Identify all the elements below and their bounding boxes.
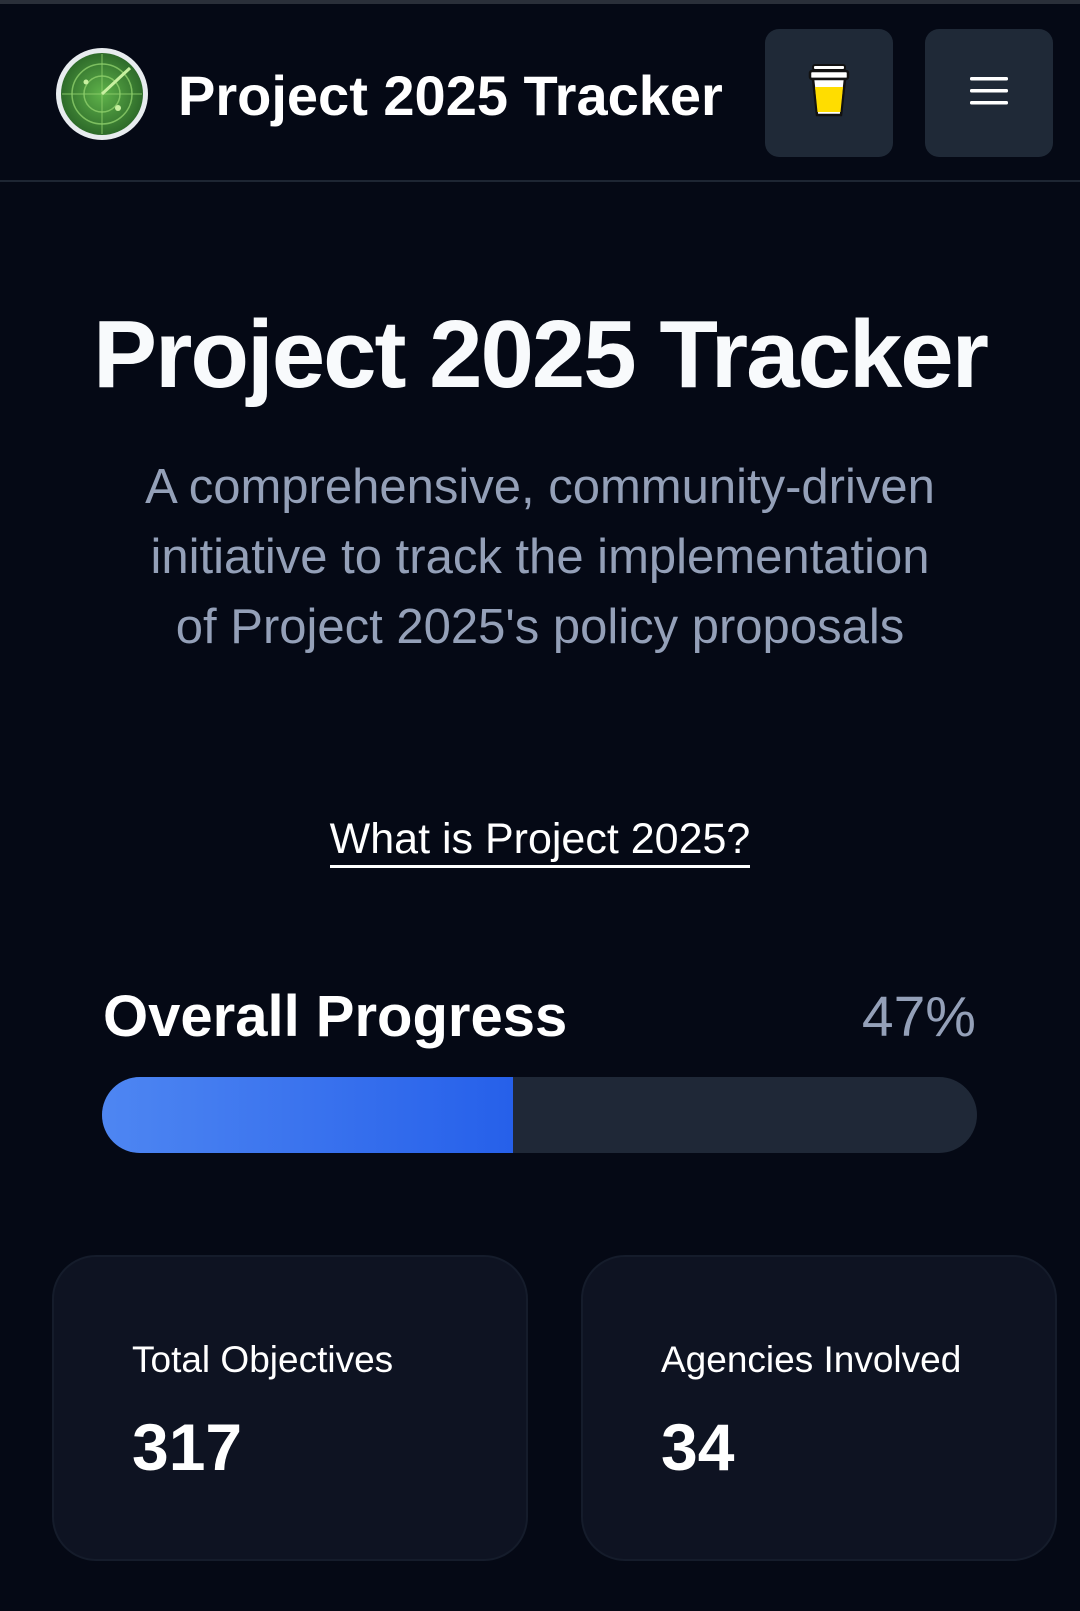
stat-card-total-objectives: Total Objectives 317 [52,1255,528,1561]
coffee-button[interactable] [765,29,893,157]
what-is-project-link-wrapper: What is Project 2025? [0,812,1080,868]
site-header: Project 2025 Tracker [0,4,1080,182]
stat-label: Total Objectives [132,1339,394,1380]
hamburger-menu-icon [969,75,1009,112]
stat-label: Agencies Involved [661,1339,962,1380]
stat-value: 34 [661,1410,735,1484]
progress-bar [102,1077,977,1153]
stat-card-agencies-involved: Agencies Involved 34 [581,1255,1057,1561]
page-title: Project 2025 Tracker [93,301,989,408]
header-title[interactable]: Project 2025 Tracker [178,58,723,134]
what-is-project-link[interactable]: What is Project 2025? [329,815,751,868]
progress-percent: 47% [861,985,976,1049]
radar-icon[interactable] [56,48,148,140]
progress-bar-fill [102,1077,514,1153]
stat-value: 317 [132,1410,243,1484]
page-subtitle: A comprehensive, community-driven initia… [145,460,935,654]
menu-button[interactable] [925,29,1053,157]
coffee-cup-icon [807,63,851,123]
progress-label: Overall Progress [103,984,568,1049]
